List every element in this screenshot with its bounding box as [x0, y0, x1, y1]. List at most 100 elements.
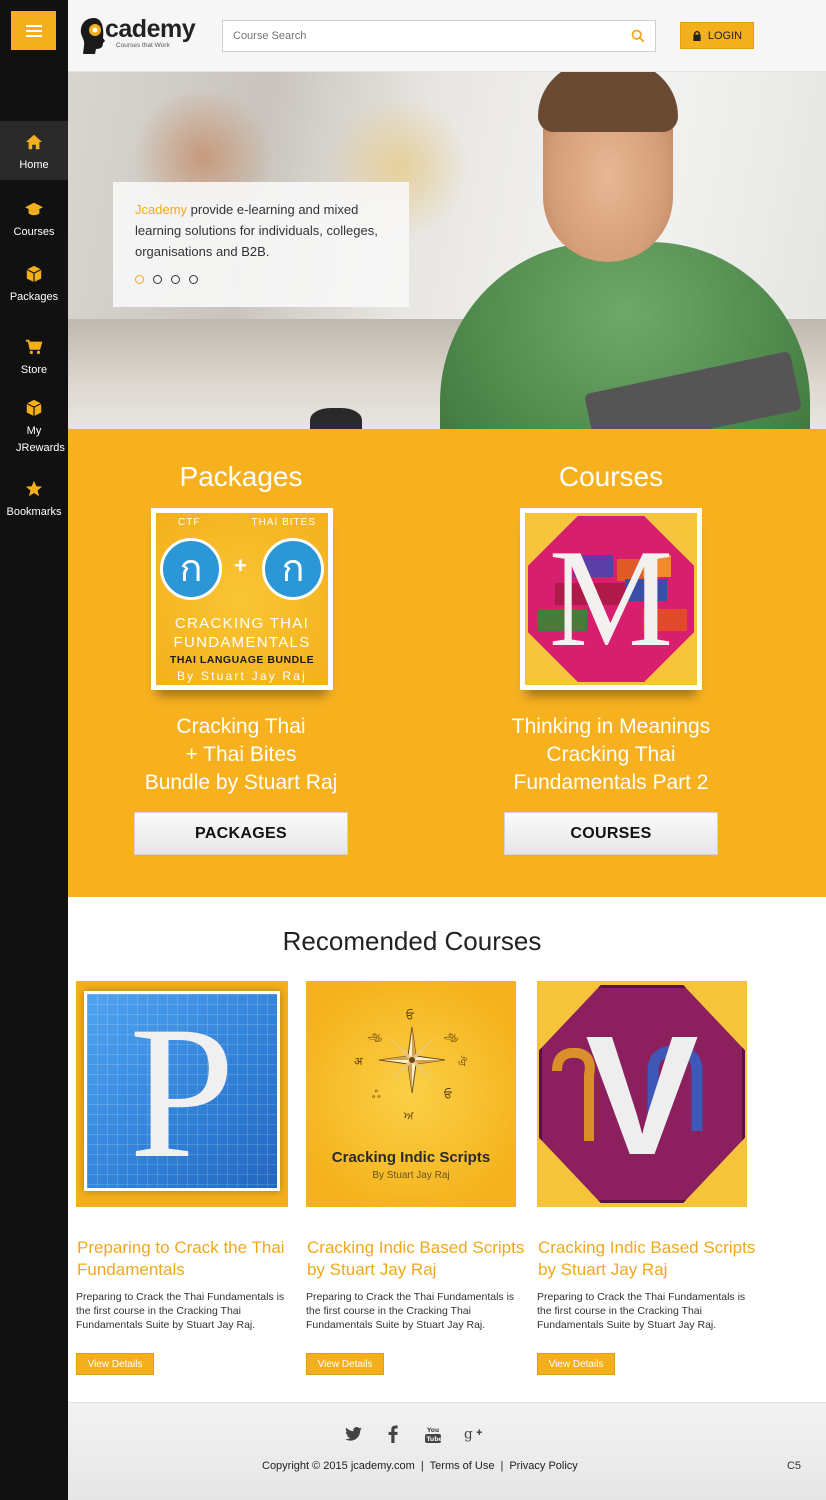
sidebar-item-bookmarks[interactable]: Bookmarks [0, 480, 68, 521]
course-image-frame[interactable]: M [520, 508, 702, 690]
hero-caption: Jcademy provide e-learning and mixed lea… [113, 182, 409, 307]
footer-code: C5 [786, 1460, 801, 1472]
carousel-dots [135, 275, 198, 284]
package-subtitle-line: + Thai Bites [185, 743, 297, 766]
courses-heading: Courses [558, 461, 664, 492]
copyright-text: Copyright © 2015 jcademy.com [262, 1460, 415, 1472]
facebook-icon[interactable] [384, 1425, 402, 1443]
script-glyph: ਓ [444, 1088, 452, 1101]
svg-text:g: g [464, 1427, 473, 1443]
cart-icon [25, 339, 43, 355]
course-subtitle-line: Fundamentals Part 2 [513, 771, 709, 794]
hamburger-icon [25, 24, 42, 37]
course-card-description: Preparing to Crack the Thai Fundamentals… [76, 1291, 285, 1331]
search-input[interactable] [223, 21, 613, 51]
packages-button[interactable]: PACKAGES [134, 812, 348, 855]
hero-photo-cup [310, 408, 362, 429]
packages-heading: Packages [179, 461, 303, 492]
course-subtitle-line: Thinking in Meanings [511, 715, 711, 738]
course-thumbnail[interactable]: V [537, 981, 747, 1207]
package-image-title-line: FUNDAMENTALS [173, 634, 311, 651]
terms-link[interactable]: Terms of Use [430, 1460, 495, 1472]
script-glyph: अ [354, 1055, 363, 1068]
sidebar-item-packages[interactable]: Packages [0, 265, 68, 306]
view-details-button[interactable]: View Details [537, 1353, 615, 1375]
course-subtitle-line: Cracking Thai [546, 743, 676, 766]
package-image-subtitle: THAI LANGUAGE BUNDLE [169, 654, 315, 666]
footer-separator: | [420, 1460, 424, 1472]
package-image-label: CTF [178, 517, 201, 528]
course-card: P Preparing to Crack the Thai Fundamenta… [76, 981, 288, 1375]
carousel-dot[interactable] [171, 275, 180, 284]
plus-icon: + [234, 553, 247, 578]
sidebar-item-label: Packages [9, 291, 59, 303]
footer: You Tube g Copyright © 2015 jcademy.com |… [68, 1402, 826, 1500]
course-thumbnail[interactable]: P [76, 981, 288, 1207]
svg-text:Tube: Tube [427, 1436, 442, 1443]
twitter-icon[interactable] [344, 1425, 362, 1443]
sidebar-item-courses[interactable]: Courses [0, 200, 68, 241]
sidebar-item-label: Store [20, 364, 48, 376]
course-card-title[interactable]: Preparing to Crack the Thai Fundamentals [77, 1237, 297, 1281]
hero-banner: Jcademy provide e-learning and mixed lea… [68, 72, 826, 429]
course-card: V Cracking Indic Based Scripts by Stuart… [537, 981, 755, 1375]
course-thumbnail-blueprint: P [84, 991, 280, 1191]
thai-glyph-icon: ก [262, 538, 324, 600]
logo[interactable]: cademy Courses that Work [78, 14, 196, 58]
login-button[interactable]: LOGIN [680, 22, 754, 49]
hero-photo-person [538, 72, 678, 132]
sidebar-item-jrewards[interactable]: My JRewards [2, 399, 66, 457]
course-card-description: Preparing to Crack the Thai Fundamentals… [306, 1291, 515, 1331]
home-icon [25, 134, 43, 150]
script-glyph: ஆ [444, 1029, 458, 1042]
social-links: You Tube g [344, 1425, 482, 1443]
login-label: LOGIN [707, 29, 743, 42]
carousel-dot[interactable] [153, 275, 162, 284]
course-card-title[interactable]: Cracking Indic Based Scripts by Stuart J… [307, 1237, 527, 1281]
view-details-button[interactable]: View Details [306, 1353, 384, 1375]
course-thumbnail[interactable]: ਓ ஆ ஆ अ ঐ ஃ ਓ ਅ Cracking Indic Scripts B… [306, 981, 516, 1207]
recommended-heading: Recomended Courses [282, 926, 542, 956]
menu-toggle-button[interactable] [11, 11, 56, 50]
graduation-cap-icon [25, 202, 43, 216]
course-subtitle: Thinking in Meanings Cracking Thai Funda… [438, 713, 784, 797]
script-glyph: ਅ [404, 1109, 414, 1122]
package-image-top: CTF THAI BITES [156, 517, 328, 528]
sidebar-item-label: My JRewards [16, 425, 65, 454]
course-thumbnail-title: Cracking Indic Scripts [331, 1149, 491, 1166]
sidebar-item-store[interactable]: Store [0, 338, 68, 379]
package-image-title-line: CRACKING THAI [174, 615, 310, 632]
course-image-letter: M [548, 521, 674, 676]
package-image-author: By Stuart Jay Raj [176, 669, 308, 683]
course-card-title[interactable]: Cracking Indic Based Scripts by Stuart J… [538, 1237, 758, 1281]
search-icon[interactable] [631, 29, 645, 43]
carousel-dot[interactable] [189, 275, 198, 284]
sidebar-item-label: Bookmarks [6, 506, 62, 518]
lock-icon [693, 30, 701, 41]
script-glyph: ஆ [368, 1029, 382, 1042]
privacy-link[interactable]: Privacy Policy [509, 1460, 577, 1472]
compass-icon [378, 1026, 446, 1094]
logo-text: cademy [105, 15, 196, 43]
script-glyph: ஃ [372, 1088, 381, 1101]
course-card-description: Preparing to Crack the Thai Fundamentals… [537, 1291, 746, 1331]
featured-section: Packages CTF THAI BITES ก + ก CRACKING T… [68, 429, 826, 897]
youtube-icon[interactable]: You Tube [424, 1425, 442, 1443]
package-image-frame[interactable]: CTF THAI BITES ก + ก CRACKING THAI FUNDA… [151, 508, 333, 690]
search-box [222, 20, 656, 52]
footer-links: Copyright © 2015 jcademy.com | Terms of … [262, 1460, 578, 1472]
svg-text:You: You [426, 1427, 439, 1434]
logo-tagline: Courses that Work [116, 42, 170, 49]
box-icon [26, 265, 42, 283]
sidebar-item-home[interactable]: Home [0, 121, 68, 180]
hero-brand: Jcademy [135, 202, 188, 217]
google-plus-icon[interactable]: g [464, 1425, 482, 1443]
star-icon [25, 480, 43, 497]
courses-button[interactable]: COURSES [504, 812, 718, 855]
thai-glyph-icon: ก [160, 538, 222, 600]
carousel-dot[interactable] [135, 275, 144, 284]
course-thumbnail-letter: P [129, 988, 235, 1198]
package-subtitle-line: Cracking Thai [176, 715, 306, 738]
view-details-button[interactable]: View Details [76, 1353, 154, 1375]
package-image: CTF THAI BITES ก + ก CRACKING THAI FUNDA… [156, 513, 328, 685]
